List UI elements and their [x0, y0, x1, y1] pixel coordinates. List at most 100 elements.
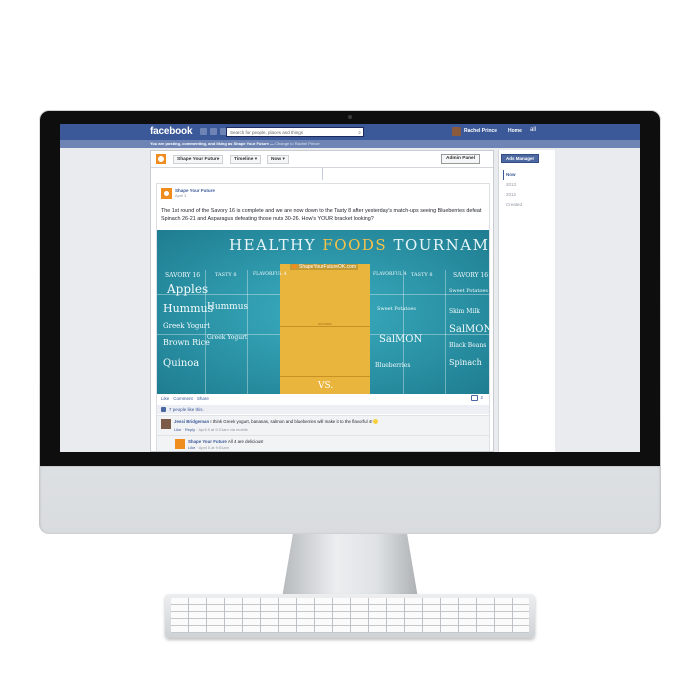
share-link[interactable]: Share	[197, 396, 209, 401]
vs-label: VS.	[318, 381, 334, 391]
comment-like-link[interactable]: Like	[174, 427, 181, 432]
winner-label: WINNER	[318, 322, 332, 326]
bracket-entry: Hummus	[207, 302, 249, 312]
year-created[interactable]: Created	[503, 200, 522, 210]
title-part: FOODS	[322, 236, 388, 254]
search-placeholder: Search for people, places and things	[230, 130, 304, 135]
year-now[interactable]: Now	[503, 170, 522, 180]
switch-user-link[interactable]: Change to Rachel Prince	[275, 141, 319, 146]
facebook-logo[interactable]: facebook	[150, 126, 193, 137]
search-input[interactable]: Search for people, places and things ⌕	[226, 127, 364, 137]
year-2012[interactable]: 2012	[503, 190, 522, 200]
comment-meta: Like · Reply · April 5 at 9:21am via mob…	[174, 427, 248, 432]
smile-icon	[373, 419, 379, 425]
winner-line	[280, 326, 370, 327]
user-name-link[interactable]: Rachel Prince	[464, 128, 497, 134]
comment-link[interactable]: Comment	[173, 396, 193, 401]
home-link[interactable]: Home	[508, 128, 522, 134]
bracket-entry: Sweet Potatoes	[449, 288, 488, 294]
bracket-line	[403, 270, 404, 394]
tournament-title: HEALTHY FOODS TOURNAMENT	[229, 236, 489, 254]
bracket-header: FLAVORFUL 4	[373, 272, 407, 277]
comment-author[interactable]: Jessi Bridgeman	[174, 419, 209, 424]
bracket-entry: Black Beans	[449, 342, 487, 349]
screen: facebook Search for people, places and t…	[60, 124, 640, 452]
page-nav-bar: Shape Your Future Timeline ▾ Now ▾ Admin…	[151, 151, 493, 168]
comment-time: April 5 at 9:51am	[198, 445, 229, 450]
friend-requests-icon[interactable]	[200, 128, 207, 135]
bracket-header: FLAVORFUL 4	[253, 272, 287, 277]
year-2013[interactable]: 2013	[503, 180, 522, 190]
bracket-entry: Blueberries	[375, 362, 411, 369]
page-logo-icon[interactable]	[156, 154, 166, 164]
post-text: The 1st round of the Savory 16 is comple…	[161, 208, 482, 222]
post-image[interactable]: WINNER VS. HEALTHY FOODS TOURNAMENT Shap…	[157, 230, 489, 394]
bracket-entry: Apples	[167, 282, 209, 296]
right-column: Ads Manager Now 2013 2012 Created	[498, 150, 555, 452]
admin-panel-button[interactable]: Admin Panel	[441, 154, 481, 164]
monitor-chin	[40, 466, 660, 467]
post-avatar[interactable]	[161, 188, 172, 199]
bracket-entry: Quinoa	[163, 358, 200, 369]
bracket-entry: Brown Rice	[163, 338, 210, 347]
avatar[interactable]	[452, 127, 461, 136]
page-name-button[interactable]: Shape Your Future	[173, 155, 224, 164]
comment-like-link[interactable]: Like	[188, 445, 195, 450]
comment-meta: Like · April 5 at 9:51am	[188, 445, 229, 450]
bracket-header: SAVORY 16	[165, 272, 201, 279]
bracket-entry: Spinach	[449, 358, 482, 367]
likes-summary[interactable]: 7 people like this.	[157, 405, 489, 414]
final-line	[280, 376, 370, 377]
comment-reply: Shape Your Future All 4 are delicious! L…	[157, 435, 489, 451]
thumbs-up-icon	[161, 407, 166, 413]
comment-avatar[interactable]	[175, 439, 185, 449]
notice-text: You are posting, commenting, and liking …	[150, 141, 276, 146]
bracket-header: TASTY 8	[411, 272, 433, 278]
timeline-year-nav: Now 2013 2012 Created	[503, 170, 522, 210]
bracket-line	[370, 294, 489, 295]
camera	[348, 115, 352, 119]
comment-body: Jessi Bridgeman I think Greek yogurt, ba…	[174, 419, 379, 425]
title-part: HEALTHY	[229, 236, 323, 254]
likes-text: 7 people like this.	[169, 407, 204, 412]
monitor-stand	[282, 534, 418, 598]
comment-text: All 4 are delicious!	[227, 439, 264, 444]
nav-count[interactable]: all	[530, 127, 536, 133]
comment-avatar[interactable]	[161, 419, 171, 429]
bracket-entry: Greek Yogurt	[163, 322, 211, 330]
post-actions: Like · Comment · Share	[161, 396, 209, 401]
share-icon	[471, 395, 479, 401]
comment-reply-link[interactable]: Reply	[185, 427, 195, 432]
facebook-top-bar: facebook Search for people, places and t…	[60, 124, 640, 140]
search-icon[interactable]: ⌕	[358, 129, 361, 137]
bracket-entry: Sweet Potatoes	[377, 306, 416, 312]
keyboard	[165, 594, 535, 638]
now-dropdown[interactable]: Now ▾	[267, 155, 289, 164]
post-timestamp[interactable]: April 3	[175, 193, 186, 198]
bracket-line	[247, 270, 248, 394]
like-link[interactable]: Like	[161, 396, 169, 401]
comment-text: I think Greek yogurt, bananas, salmon an…	[210, 419, 373, 424]
bracket-entry: Hummus	[163, 302, 214, 315]
timeline-content: Shape Your Future Timeline ▾ Now ▾ Admin…	[150, 150, 494, 452]
website-label: ShapeYourFutureOK.com	[290, 264, 359, 270]
keyboard-keys	[171, 598, 529, 633]
bracket-entry: SalMON	[449, 324, 489, 335]
messages-icon[interactable]	[210, 128, 217, 135]
comment-time: April 5 at 9:21am via mobile	[198, 427, 248, 432]
title-part: TOURNAMENT	[393, 236, 489, 254]
acting-as-notice: You are posting, commenting, and liking …	[60, 140, 640, 148]
bracket-header: SAVORY 16	[453, 272, 489, 279]
comment-author[interactable]: Shape Your Future	[188, 439, 227, 444]
bracket-entry: Greek Yogurt	[207, 334, 248, 341]
share-count-value: 2	[480, 395, 483, 401]
bracket-entry: Skim Milk	[449, 308, 480, 315]
bracket-line	[445, 270, 446, 394]
bracket-header: TASTY 8	[215, 272, 237, 278]
ads-manager-button[interactable]: Ads Manager	[501, 154, 540, 163]
timeline-post: Shape Your Future April 3 The 1st round …	[156, 183, 490, 451]
timeline-dropdown[interactable]: Timeline ▾	[230, 155, 262, 164]
share-count[interactable]: 2	[471, 395, 483, 401]
comment: Jessi Bridgeman I think Greek yogurt, ba…	[157, 415, 489, 435]
notification-icons	[200, 128, 227, 135]
